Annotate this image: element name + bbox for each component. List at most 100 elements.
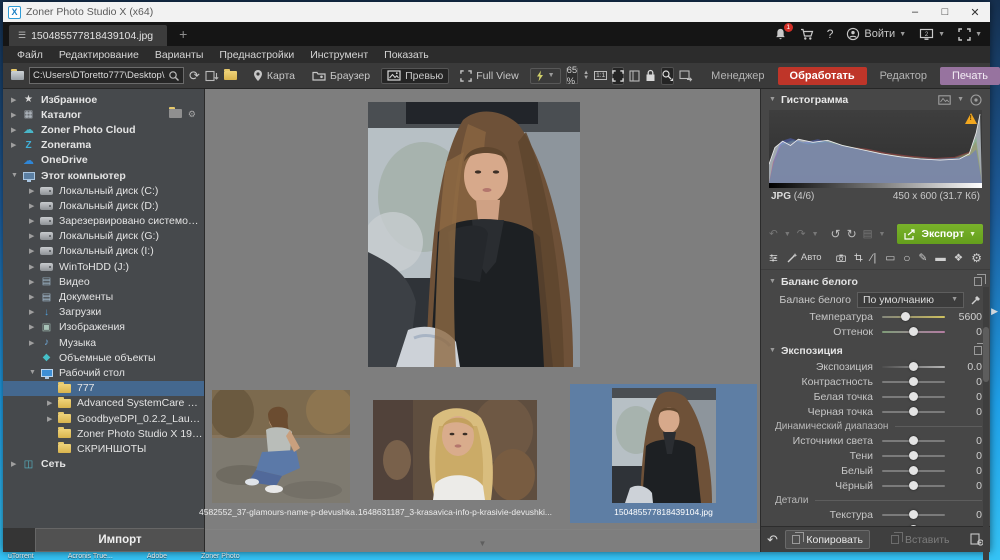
view-fullview-button[interactable]: Full View: [454, 68, 524, 84]
slider-knob[interactable]: [909, 362, 918, 371]
sidebar-item-downloads[interactable]: ▶ ↓ Загрузки: [3, 305, 204, 320]
sidebar-item-disk-d[interactable]: ▶ Локальный диск (D:): [3, 198, 204, 213]
view-preview-button[interactable]: Превью: [381, 68, 449, 84]
new-folder-button[interactable]: [224, 67, 237, 85]
brush-icon[interactable]: ✎: [918, 252, 927, 264]
panel-scrollbar[interactable]: [983, 287, 989, 560]
zoom-cursor-button[interactable]: [661, 67, 674, 85]
store-button[interactable]: [800, 28, 814, 41]
sidebar-item-network[interactable]: ▶ ◫ Сеть: [3, 457, 204, 472]
shadows-slider[interactable]: [882, 455, 945, 457]
filmstrip-item[interactable]: [612, 388, 716, 506]
menu-variants[interactable]: Варианты: [147, 49, 212, 61]
sidebar-item-zoner-photo-cloud[interactable]: ▶ ☁ Zoner Photo Cloud: [3, 122, 204, 137]
gear-icon[interactable]: ⚙: [188, 109, 196, 120]
copy-button[interactable]: Копировать: [785, 530, 871, 549]
redo-icon[interactable]: ↷: [797, 228, 806, 240]
crop-icon[interactable]: [854, 251, 863, 264]
black-point-slider[interactable]: [882, 411, 945, 413]
lights-slider[interactable]: [882, 440, 945, 442]
eyedropper-icon[interactable]: [970, 294, 982, 306]
slider-knob[interactable]: [909, 392, 918, 401]
sidebar-item-3d-objects[interactable]: ◆ Объемные объекты: [3, 350, 204, 365]
search-icon[interactable]: [168, 70, 180, 82]
export-button[interactable]: Экспорт ▼: [897, 224, 983, 244]
sidebar-item-music[interactable]: ▶ ♪ Музыка: [3, 335, 204, 350]
sidebar-item-zonerama[interactable]: ▶ Z Zonerama: [3, 138, 204, 153]
filmstrip-item[interactable]: [212, 390, 350, 506]
contrast-slider[interactable]: [882, 381, 945, 383]
panel-layout-button[interactable]: [629, 67, 640, 85]
slider-knob[interactable]: [909, 407, 918, 416]
sidebar-item-screenshots[interactable]: СКРИНШОТЫ: [3, 441, 204, 456]
lock-button[interactable]: [645, 67, 656, 85]
frame-tool-icon[interactable]: ▭: [885, 252, 895, 264]
slider-knob[interactable]: [909, 436, 918, 445]
sidebar-item-video[interactable]: ▶ ▤ Видео: [3, 274, 204, 289]
copy-settings-icon[interactable]: [974, 277, 982, 286]
ellipse-tool-icon[interactable]: ○: [903, 251, 910, 265]
menu-edit[interactable]: Редактирование: [51, 49, 147, 61]
whites-slider[interactable]: [882, 470, 945, 472]
slider-knob[interactable]: [909, 451, 918, 460]
save-icon[interactable]: ▤: [863, 228, 873, 240]
view-map-button[interactable]: Карта: [247, 67, 301, 84]
sort-button[interactable]: [205, 67, 219, 85]
retouch-icon[interactable]: ❖: [954, 252, 963, 264]
refresh-button[interactable]: ⟳: [189, 67, 200, 85]
slider-knob[interactable]: [909, 525, 918, 527]
mode-develop[interactable]: Обработать: [778, 67, 867, 85]
menu-file[interactable]: Файл: [9, 49, 51, 61]
close-button[interactable]: ✕: [960, 2, 990, 22]
camera-icon[interactable]: [836, 252, 846, 264]
preview-photo[interactable]: [368, 102, 580, 367]
quick-edits-button[interactable]: ▼: [530, 68, 561, 84]
copy-settings-icon[interactable]: [974, 346, 982, 355]
sidebar-item-documents[interactable]: ▶ ▤ Документы: [3, 289, 204, 304]
filmstrip-collapse-handle[interactable]: ▼: [479, 539, 487, 548]
clipping-warning-icon[interactable]: !: [965, 113, 977, 124]
revert-icon[interactable]: ↶: [767, 532, 778, 548]
zoom-1to1-button[interactable]: 1:1: [594, 67, 607, 85]
path-input[interactable]: [30, 70, 168, 81]
menu-presets[interactable]: Преднастройки: [211, 49, 302, 61]
fullscreen-button[interactable]: ▼: [958, 28, 982, 41]
chevron-down-icon[interactable]: ▼: [769, 96, 776, 103]
slider-knob[interactable]: [909, 510, 918, 519]
mode-manager[interactable]: Менеджер: [703, 67, 772, 85]
sidebar-item-desktop[interactable]: ▼ Рабочий стол: [3, 365, 204, 380]
sidebar-item-wintohdd[interactable]: ▶ WinToHDD (J:): [3, 259, 204, 274]
chevron-down-icon[interactable]: ▼: [957, 96, 964, 103]
paste-button[interactable]: Вставить: [877, 530, 963, 549]
edit-sliders-icon[interactable]: [769, 252, 778, 264]
display-select-button[interactable]: 2 ▼: [919, 28, 945, 41]
sidebar-item-this-pc[interactable]: ▼ Этот компьютер: [3, 168, 204, 183]
sidebar-item-zps-folder[interactable]: Zoner Photo Studio X 19.2303.2.463 ...: [3, 426, 204, 441]
menu-tool[interactable]: Инструмент: [302, 49, 376, 61]
sidebar-item-goodbyedpi[interactable]: ▶ GoodbyeDPI_0.2.2_Launcher.v6.0: [3, 411, 204, 426]
sidebar-item-disk-g[interactable]: ▶ Локальный диск (G:): [3, 229, 204, 244]
menu-view[interactable]: Показать: [376, 49, 437, 61]
histogram-mode-icon[interactable]: [938, 95, 951, 105]
filmstrip-item[interactable]: [373, 400, 537, 503]
sidebar-item-favorites[interactable]: ▶ ★ Избранное: [3, 92, 204, 107]
slider-knob[interactable]: [909, 466, 918, 475]
sidebar-item-disk-c[interactable]: ▶ Локальный диск (C:): [3, 183, 204, 198]
exposure-slider[interactable]: [882, 366, 945, 368]
sidebar-item-catalog[interactable]: ▶ ▦ Каталог ⚙: [3, 107, 204, 122]
login-button[interactable]: Войти ▼: [846, 27, 906, 41]
slider-knob[interactable]: [901, 312, 910, 321]
white-balance-section[interactable]: ▼ Баланс белого: [761, 273, 990, 290]
target-icon[interactable]: [970, 94, 982, 106]
blacks-slider[interactable]: [882, 485, 945, 487]
white-balance-preset-select[interactable]: По умолчанию ▼: [857, 292, 964, 308]
white-point-slider[interactable]: [882, 396, 945, 398]
texture-slider[interactable]: [882, 514, 945, 516]
view-browser-button[interactable]: Браузер: [306, 68, 376, 84]
gradient-icon[interactable]: ▬: [935, 252, 946, 264]
maximize-button[interactable]: □: [930, 2, 960, 22]
undo-icon[interactable]: ↶: [769, 228, 778, 240]
notifications-button[interactable]: 1: [774, 27, 787, 41]
sidebar-item-advanced-systemcare[interactable]: ▶ Advanced SystemCare Pro 16.4.0.22...: [3, 396, 204, 411]
panel-collapse-arrow[interactable]: ▶: [991, 306, 998, 317]
